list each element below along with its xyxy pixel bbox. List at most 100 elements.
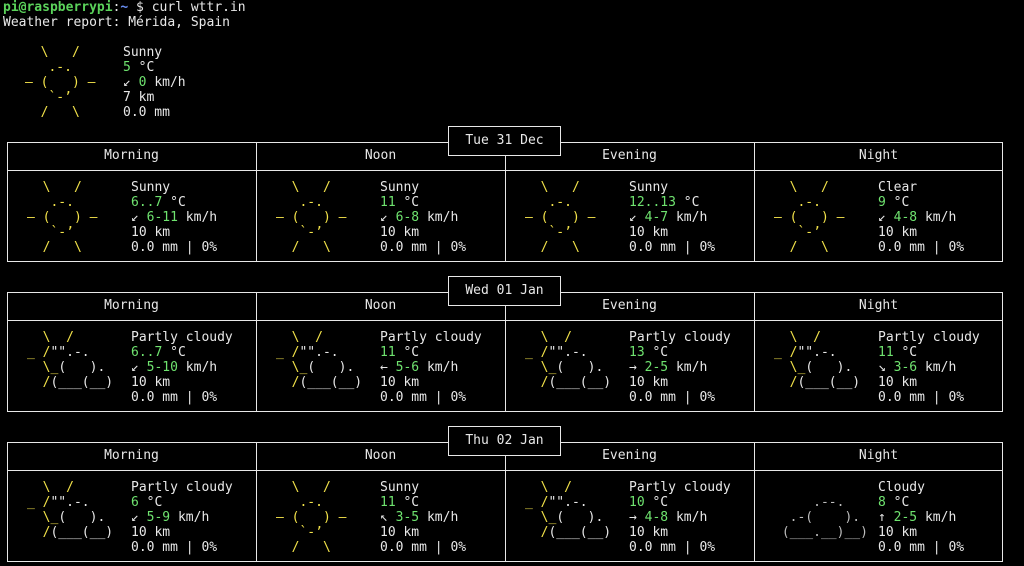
wind-unit: km/h — [185, 210, 218, 225]
visibility-value: 10 km — [629, 225, 669, 240]
visibility-value: 10 km — [629, 375, 669, 390]
command-text: curl wttr.in — [151, 0, 246, 15]
temperature-value: 6 — [131, 495, 139, 510]
wind-value: 6-8 — [395, 210, 420, 225]
forecast-info: Sunny 12..13 °C ↙ 4-7 km/h 10 km 0.0 mm … — [629, 180, 715, 255]
temperature-unit: °C — [403, 195, 420, 210]
wind-value: 2-5 — [893, 510, 918, 525]
temperature-value: 13 — [629, 345, 645, 360]
wind-direction: ↙ — [131, 210, 139, 225]
visibility-value: 10 km — [131, 525, 171, 540]
wind-unit: km/h — [924, 510, 957, 525]
wind-value: 3-6 — [893, 360, 918, 375]
wind-direction: → — [629, 360, 637, 375]
forecast-cell: \ / _ /"".-. \_( ). /(___(__) Partly clou… — [7, 471, 256, 563]
wind-unit: km/h — [924, 210, 957, 225]
condition-text: Sunny — [380, 180, 420, 195]
temperature-unit: °C — [170, 195, 186, 210]
condition-text: Sunny — [380, 480, 420, 495]
wind-value: 2-5 — [644, 360, 669, 375]
wind-value: 3-5 — [395, 510, 420, 525]
forecast-info: Partly cloudy 11 °C ↘ 3-6 km/h 10 km 0.0… — [878, 330, 980, 405]
wind-direction: ↘ — [878, 360, 886, 375]
temperature-unit: °C — [893, 195, 910, 210]
wind-value: 4-8 — [644, 510, 669, 525]
temperature-unit: °C — [170, 345, 186, 360]
forecast-info: Partly cloudy 11 °C ← 5-6 km/h 10 km 0.0… — [380, 330, 482, 405]
condition-text: Cloudy — [878, 480, 925, 495]
precipitation-value: 0.0 mm | 0% — [878, 390, 965, 405]
temperature-unit: °C — [901, 345, 918, 360]
wind-value: 5-6 — [395, 360, 420, 375]
wind-unit: km/h — [185, 360, 218, 375]
wind-direction: ↙ — [131, 360, 139, 375]
wind-value: 6-11 — [146, 210, 178, 225]
visibility-value: 10 km — [380, 375, 420, 390]
visibility-value: 10 km — [629, 525, 669, 540]
precipitation-value: 0.0 mm | 0% — [629, 390, 716, 405]
precipitation-value: 0.0 mm | 0% — [380, 240, 467, 255]
wind-direction: → — [629, 510, 637, 525]
precipitation-value: 0.0 mm | 0% — [131, 240, 218, 255]
forecast-info: Sunny 11 °C ↖ 3-5 km/h 10 km 0.0 mm | 0% — [380, 480, 466, 555]
temperature-unit: °C — [403, 495, 420, 510]
wind-unit: km/h — [675, 360, 708, 375]
current-wind: 0 — [138, 75, 147, 90]
current-conditions: Sunny 5 °C ↙ 0 km/h 7 km 0.0 mm — [123, 45, 186, 120]
forecast-info: Sunny 11 °C ↙ 6-8 km/h 10 km 0.0 mm | 0% — [380, 180, 466, 255]
temperature-value: 6..7 — [131, 345, 163, 360]
forecast-cell: \ / .-. ― ( ) ― `-’ / \ Clear 9 °C ↙ 4-8 … — [754, 171, 1003, 263]
wind-unit: km/h — [924, 360, 957, 375]
current-wind-unit: km/h — [154, 75, 186, 90]
temperature-unit: °C — [893, 495, 910, 510]
temperature-unit: °C — [403, 345, 420, 360]
wind-direction: ↙ — [629, 210, 637, 225]
sun-icon: \ / .-. ― ( ) ― `-’ / \ — [27, 180, 98, 255]
wind-unit: km/h — [426, 360, 459, 375]
current-condition: Sunny — [123, 45, 163, 60]
wind-unit: km/h — [426, 210, 459, 225]
forecast-cell: \ / .-. ― ( ) ― `-’ / \ Sunny 6..7 °C ↙ 6… — [7, 171, 256, 263]
partly-cloudy-icon: \ / _ /"".-. \_( ). /(___(__) — [774, 330, 861, 390]
sun-icon: \ / .-. ― ( ) ― `-’ / \ — [276, 480, 347, 555]
day-label: Wed 01 Jan — [448, 276, 561, 306]
temperature-value: 11 — [380, 495, 396, 510]
cloud-icon: .--. .-( ). (___.__)__) — [781, 495, 868, 540]
condition-text: Partly cloudy — [131, 330, 233, 345]
wind-direction: ↖ — [380, 510, 388, 525]
condition-text: Partly cloudy — [131, 480, 233, 495]
temperature-value: 9 — [878, 195, 886, 210]
condition-text: Sunny — [131, 180, 171, 195]
forecast-info: Sunny 6..7 °C ↙ 6-11 km/h 10 km 0.0 mm |… — [131, 180, 217, 255]
temperature-value: 6..7 — [131, 195, 163, 210]
sun-icon: \ / .-. ― ( ) ― `-’ / \ — [276, 180, 347, 255]
wind-unit: km/h — [675, 510, 708, 525]
forecast-info: Clear 9 °C ↙ 4-8 km/h 10 km 0.0 mm | 0% — [878, 180, 964, 255]
precipitation-value: 0.0 mm | 0% — [629, 540, 716, 555]
sun-icon: \ / .-. ― ( ) ― `-’ / \ — [774, 180, 845, 255]
current-temp-unit: °C — [138, 60, 155, 75]
condition-text: Partly cloudy — [380, 330, 482, 345]
day-label: Thu 02 Jan — [448, 426, 561, 456]
precipitation-value: 0.0 mm | 0% — [878, 540, 965, 555]
forecast-cell: .--. .-( ). (___.__)__) Cloudy 8 °C ↑ 2-… — [754, 471, 1003, 563]
visibility-value: 10 km — [380, 525, 420, 540]
forecast-info: Cloudy 8 °C ↑ 2-5 km/h 10 km 0.0 mm | 0% — [878, 480, 964, 555]
current-wind-dir: ↙ — [123, 75, 131, 90]
current-temp: 5 — [123, 60, 131, 75]
partly-cloudy-icon: \ / _ /"".-. \_( ). /(___(__) — [525, 480, 612, 540]
command-line: pi@raspberrypi:~ $ curl wttr.in — [3, 0, 246, 15]
wind-value: 4-7 — [644, 210, 669, 225]
precipitation-value: 0.0 mm | 0% — [380, 390, 467, 405]
sun-icon: \ / .-. ― ( ) ― `-’ / \ — [525, 180, 596, 255]
forecast-day: Morning Noon Evening Night Tue 31 Dec \ / .-… — [7, 126, 1003, 262]
temperature-value: 11 — [380, 345, 396, 360]
wind-direction: ↙ — [380, 210, 388, 225]
partly-cloudy-icon: \ / _ /"".-. \_( ). /(___(__) — [27, 330, 114, 390]
wind-unit: km/h — [675, 210, 708, 225]
temperature-value: 11 — [380, 195, 396, 210]
temperature-unit: °C — [652, 495, 669, 510]
visibility-value: 10 km — [878, 375, 918, 390]
prompt-user: pi@raspberrypi — [3, 0, 113, 15]
temperature-value: 8 — [878, 495, 886, 510]
